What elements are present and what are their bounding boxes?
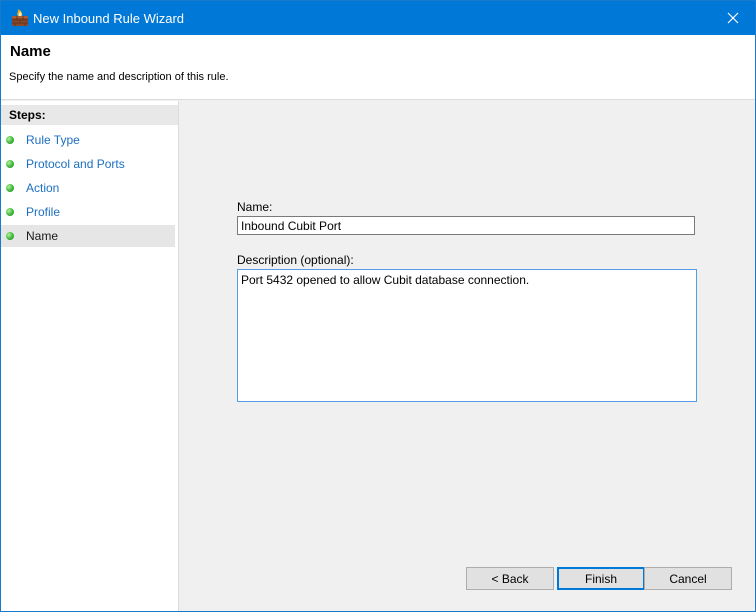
- step-label: Name: [26, 229, 59, 243]
- name-label: Name:: [237, 200, 273, 214]
- step-current-icon: [6, 232, 14, 240]
- cancel-button[interactable]: Cancel: [644, 567, 732, 590]
- steps-title: Steps:: [9, 108, 46, 122]
- step-label: Protocol and Ports: [26, 157, 125, 171]
- finish-button[interactable]: Finish: [557, 567, 645, 590]
- page-description: Specify the name and description of this…: [9, 71, 229, 83]
- name-input[interactable]: [237, 216, 695, 235]
- step-name: Name: [1, 225, 175, 247]
- step-profile[interactable]: Profile: [1, 201, 175, 223]
- step-complete-icon: [6, 208, 14, 216]
- window-title: New Inbound Rule Wizard: [33, 11, 185, 26]
- wizard-window: New Inbound Rule Wizard Name Specify the…: [0, 0, 756, 612]
- step-protocol-and-ports[interactable]: Protocol and Ports: [1, 153, 175, 175]
- firewall-icon: [12, 9, 28, 26]
- step-label: Action: [26, 181, 60, 195]
- close-icon: [727, 12, 739, 24]
- step-rule-type[interactable]: Rule Type: [1, 129, 175, 151]
- back-button[interactable]: < Back: [466, 567, 554, 590]
- close-button[interactable]: [711, 1, 755, 35]
- description-input[interactable]: Port 5432 opened to allow Cubit database…: [237, 269, 697, 402]
- title-bar[interactable]: New Inbound Rule Wizard: [1, 1, 755, 35]
- description-label: Description (optional):: [237, 253, 354, 267]
- step-complete-icon: [6, 136, 14, 144]
- step-label: Profile: [26, 205, 61, 219]
- wizard-header: Name Specify the name and description of…: [1, 35, 755, 100]
- step-action[interactable]: Action: [1, 177, 175, 199]
- steps-header: Steps:: [1, 105, 178, 125]
- step-complete-icon: [6, 160, 14, 168]
- step-label: Rule Type: [26, 133, 80, 147]
- page-title: Name: [10, 43, 51, 60]
- step-complete-icon: [6, 184, 14, 192]
- steps-panel: Steps: Rule Type Protocol and Ports Acti…: [1, 101, 178, 611]
